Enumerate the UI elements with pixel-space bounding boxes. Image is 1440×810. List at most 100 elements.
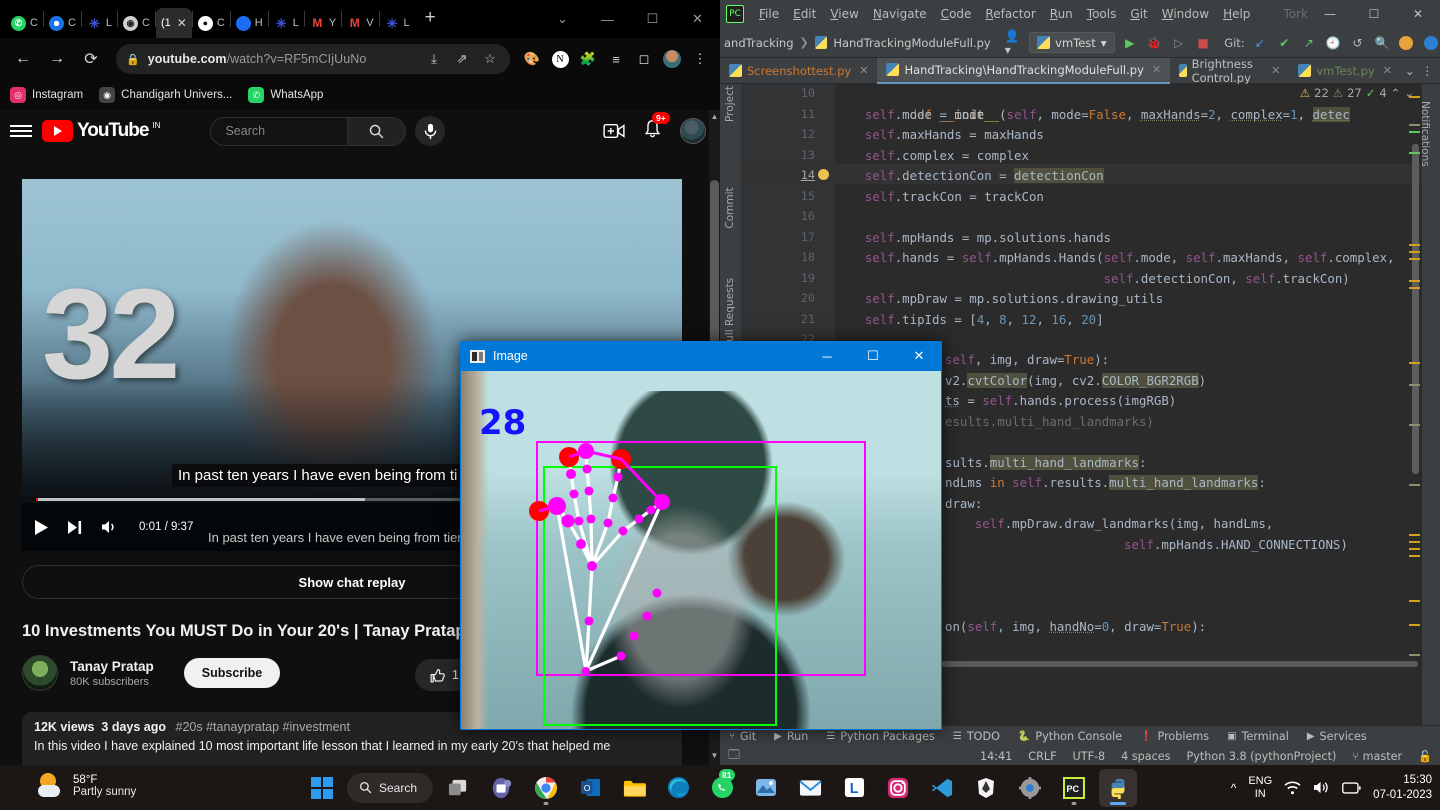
editor-tab-close-icon[interactable]: ✕ (1383, 64, 1392, 77)
user-dropdown-icon[interactable]: 👤▾ (1005, 29, 1023, 57)
menu-item-navigate[interactable]: Navigate (866, 4, 934, 24)
breadcrumb-file[interactable]: HandTrackingModuleFull.py (833, 36, 990, 50)
avatar[interactable] (680, 118, 706, 144)
scroll-up-arrow[interactable]: ▲ (709, 112, 720, 124)
language-indicator[interactable]: ENG IN (1248, 775, 1272, 801)
stripe-warning-mark[interactable] (1409, 244, 1420, 246)
create-video-icon[interactable] (603, 122, 625, 140)
editor-tab-close-icon[interactable]: ✕ (1152, 63, 1161, 76)
file-encoding[interactable]: UTF-8 (1065, 750, 1114, 763)
git-rollback-icon[interactable]: ↺ (1348, 33, 1366, 52)
search-input[interactable]: Search (210, 116, 349, 146)
channel-name[interactable]: Tanay Pratap (70, 659, 154, 674)
notion-icon[interactable]: N (548, 47, 572, 71)
python-app-icon[interactable] (1099, 768, 1138, 807)
image-close-button[interactable]: ✕ (896, 341, 942, 371)
minimize-button[interactable]: — (585, 0, 630, 38)
editor-tab[interactable]: vmTest.py ✕ (1289, 58, 1401, 84)
stripe-warning-mark[interactable] (1409, 362, 1420, 364)
file-explorer-icon[interactable] (615, 769, 653, 807)
teams-icon[interactable] (483, 769, 521, 807)
menu-item-git[interactable]: Git (1123, 4, 1154, 24)
taskbar-search[interactable]: Search (346, 772, 434, 803)
browser-tab[interactable]: MV (342, 8, 378, 38)
line-separator[interactable]: CRLF (1020, 750, 1064, 763)
ide-help-icon[interactable] (1422, 33, 1440, 52)
tool-button-todo[interactable]: ☰ TODO (944, 730, 1009, 743)
stripe-warning-mark[interactable] (1409, 541, 1420, 543)
editor-tab-close-icon[interactable]: ✕ (1271, 64, 1280, 77)
image-minimize-button[interactable]: ─ (804, 341, 850, 371)
tool-button-git[interactable]: ⑂ Git (720, 730, 765, 743)
git-branch-indicator[interactable]: ⑂ master (1344, 750, 1410, 763)
stripe-warning-mark[interactable] (1409, 124, 1420, 126)
debug-button[interactable]: 🐞 (1145, 33, 1163, 52)
taskbar-clock[interactable]: 15:30 07-01-2023 (1373, 773, 1432, 803)
editor-tab-close-icon[interactable]: ✕ (859, 64, 868, 77)
menu-item-help[interactable]: Help (1216, 4, 1257, 24)
reading-list-icon[interactable]: ≡ (604, 47, 628, 71)
image-window-titlebar[interactable]: Image ─ ☐ ✕ (460, 341, 942, 371)
tray-chevron-icon[interactable]: ^ (1231, 781, 1237, 795)
notification-badge-icon[interactable] (1397, 33, 1415, 52)
subscribe-button[interactable]: Subscribe (183, 658, 281, 688)
menu-item-file[interactable]: File (752, 4, 786, 24)
tool-button-terminal[interactable]: ▣ Terminal (1218, 730, 1298, 743)
install-icon[interactable]: ⤓ (424, 51, 444, 67)
stripe-warning-mark[interactable] (1409, 287, 1420, 289)
tab-list-chevron-icon[interactable]: ⌄ (1401, 61, 1419, 80)
notifications-button[interactable]: 9+ (643, 111, 670, 144)
browser-tab[interactable]: ✳ L (269, 8, 304, 38)
bookmark-star-icon[interactable]: ☆ (480, 51, 500, 67)
stripe-warning-mark[interactable] (1409, 624, 1420, 626)
volume-button[interactable] (101, 519, 119, 535)
python-interpreter[interactable]: Python 3.8 (pythonProject) (1179, 750, 1345, 763)
stripe-warning-mark[interactable] (1409, 600, 1420, 602)
browser-tab[interactable]: ◉ C (118, 8, 155, 38)
stripe-warning-mark[interactable] (1409, 548, 1420, 550)
tab-options-icon[interactable]: ⋮ (1419, 61, 1437, 80)
youtube-logo[interactable]: YouTube IN (42, 120, 160, 142)
browser-tab[interactable]: H (231, 8, 268, 38)
sidepanel-icon[interactable]: ◻ (632, 47, 656, 71)
stripe-warning-mark[interactable] (1409, 424, 1420, 426)
tool-button-problems[interactable]: ❗ Problems (1131, 730, 1218, 743)
hamburger-menu-icon[interactable] (10, 121, 32, 141)
menu-item-edit[interactable]: Edit (786, 4, 823, 24)
lock-icon[interactable]: 🔓 (1410, 750, 1440, 763)
caret-position[interactable]: 14:41 (972, 750, 1020, 763)
volume-icon[interactable] (1313, 780, 1330, 795)
outlook-icon[interactable]: O (571, 769, 609, 807)
stripe-warning-mark[interactable] (1409, 258, 1420, 260)
browser-tab[interactable]: MY (305, 8, 341, 38)
editor-horizontal-scrollbar[interactable] (930, 661, 1418, 667)
hashtags[interactable]: #20s #tanaypratap #investment (176, 720, 350, 734)
vscode-icon[interactable] (923, 769, 961, 807)
voice-search-button[interactable] (415, 116, 446, 146)
tool-label-commit[interactable]: Commit (724, 180, 736, 236)
editor-tab-active[interactable]: HandTracking\HandTrackingModuleFull.py ✕ (877, 57, 1171, 84)
tab-search-icon[interactable]: ⌄ (540, 0, 585, 38)
browser-tab[interactable]: ● C (193, 8, 230, 38)
channel-avatar[interactable] (22, 655, 58, 691)
git-push-icon[interactable]: ↗ (1300, 33, 1318, 52)
menu-item-view[interactable]: View (823, 4, 865, 24)
image-maximize-button[interactable]: ☐ (850, 341, 896, 371)
browser-tab-active[interactable]: (1 ✕ (155, 8, 192, 38)
tool-label-project[interactable]: Project (724, 76, 736, 132)
status-layout-icon[interactable]: 🗔 (720, 747, 748, 766)
browser-tab[interactable]: ✆ C (6, 8, 43, 38)
stripe-warning-mark[interactable] (1409, 534, 1420, 536)
share-icon[interactable]: ⇗ (452, 51, 472, 67)
tool-button-services[interactable]: ▶ Services (1298, 730, 1376, 743)
intention-bulb-icon[interactable] (818, 169, 829, 180)
tool-button-python-packages[interactable]: ☰ Python Packages (817, 730, 944, 743)
stripe-warning-mark[interactable] (1409, 251, 1420, 253)
indent-setting[interactable]: 4 spaces (1113, 750, 1178, 763)
extension-puzzle-icon[interactable]: 🧩 (576, 47, 600, 71)
ide-minimize-button[interactable]: — (1308, 0, 1352, 28)
run-coverage-button[interactable]: ▷ (1169, 33, 1187, 52)
scroll-down-arrow[interactable]: ▼ (709, 751, 720, 763)
chrome-icon[interactable] (527, 769, 565, 807)
address-bar[interactable]: 🔒 youtube.com/watch?v=RF5mCIjUuNo ⤓ ⇗ ☆ (116, 44, 510, 74)
